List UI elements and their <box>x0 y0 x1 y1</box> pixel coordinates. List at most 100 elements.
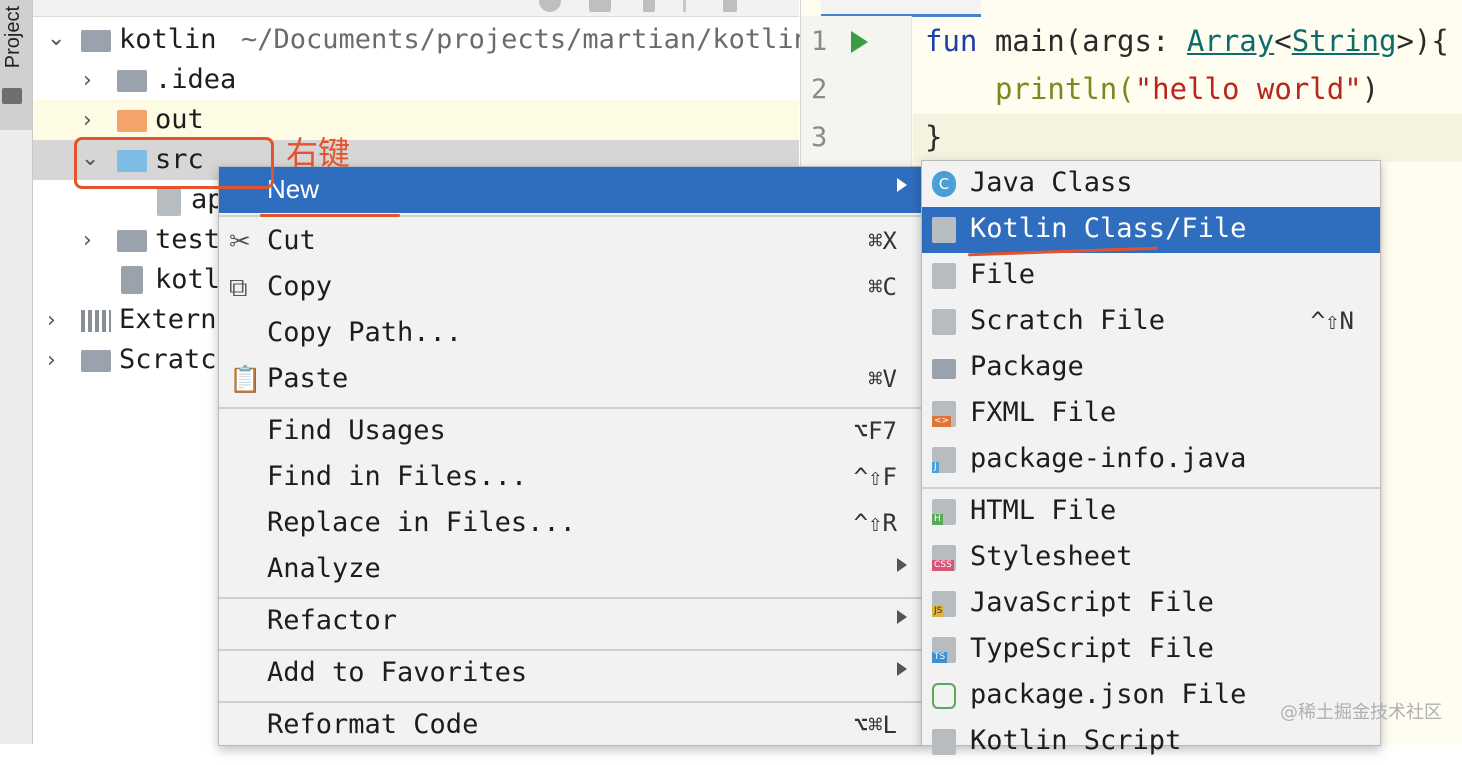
submenu-item-package[interactable]: Package <box>922 345 1380 391</box>
divider <box>683 0 686 12</box>
menu-shortcut: ^⇧N <box>1310 307 1354 335</box>
folder-icon <box>117 70 147 92</box>
tree-item-label: .idea <box>155 64 237 95</box>
folder-icon <box>2 88 22 104</box>
js-badge: JS <box>932 606 945 617</box>
nodejs-icon <box>932 683 956 709</box>
submenu-item-package-info[interactable]: J package-info.java <box>922 437 1380 483</box>
submenu-item-label: package-info.java <box>970 443 1247 474</box>
menu-item-label: New <box>267 174 320 204</box>
submenu-item-html-file[interactable]: H HTML File <box>922 489 1380 535</box>
tree-item-label: kotl <box>155 264 221 295</box>
submenu-item-typescript-file[interactable]: TS TypeScript File <box>922 627 1380 673</box>
chevron-right-icon[interactable]: › <box>47 308 56 333</box>
submenu-item-java-class[interactable]: C Java Class <box>922 161 1380 207</box>
generic-open: < <box>1274 24 1292 58</box>
editor-tab[interactable] <box>821 0 981 17</box>
menu-item-refactor[interactable]: Refactor <box>219 599 921 645</box>
menu-item-label: Find Usages <box>267 415 446 446</box>
clipboard-icon: 📋 <box>229 365 262 395</box>
line-number: 2 <box>811 74 828 105</box>
submenu-arrow-icon <box>897 558 907 572</box>
line-number: 1 <box>811 26 828 57</box>
menu-item-label: Reformat Code <box>267 709 479 740</box>
submenu-item-kotlin-script[interactable]: Kotlin Script <box>922 719 1380 765</box>
tree-row-idea[interactable]: › .idea <box>33 60 799 100</box>
menu-item-label: Replace in Files... <box>267 507 576 538</box>
submenu-item-label: Kotlin Class/File <box>970 213 1247 244</box>
project-tab-label: Project <box>2 6 24 69</box>
chevron-right-icon[interactable]: › <box>83 228 92 253</box>
chevron-down-icon[interactable]: ⌄ <box>47 26 65 51</box>
menu-item-paste[interactable]: 📋 Paste ⌘V <box>219 357 921 403</box>
context-menu: New ✂ Cut ⌘X ⧉ Copy ⌘C Copy Path... 📋 Pa… <box>218 166 922 746</box>
menu-item-label: Refactor <box>267 605 398 636</box>
copy-icon: ⧉ <box>229 273 248 303</box>
tree-root-label: kotlin <box>119 24 217 55</box>
html-file-icon: H <box>932 499 956 525</box>
submenu-item-fxml-file[interactable]: <> FXML File <box>922 391 1380 437</box>
tree-row-root[interactable]: ⌄ kotlin ~/Documents/projects/martian/ko… <box>33 20 810 60</box>
menu-item-replace-in-files[interactable]: Replace in Files... ^⇧R <box>219 501 921 547</box>
submenu-item-label: JavaScript File <box>970 587 1214 618</box>
type-name: Array <box>1186 24 1275 58</box>
run-icon[interactable] <box>851 31 868 53</box>
menu-item-copy[interactable]: ⧉ Copy ⌘C <box>219 265 921 311</box>
java-badge: J <box>932 462 939 473</box>
submenu-item-label: Package <box>970 351 1084 382</box>
line-number: 3 <box>811 122 828 153</box>
submenu-item-label: Stylesheet <box>970 541 1133 572</box>
gear-icon[interactable] <box>643 0 655 12</box>
submenu-item-label: FXML File <box>970 397 1117 428</box>
scratches-icon <box>81 350 111 372</box>
chevron-right-icon[interactable]: › <box>47 348 56 373</box>
menu-item-label: Cut <box>267 225 316 256</box>
menu-item-reformat-code[interactable]: Reformat Code ⌥⌘L <box>219 703 921 749</box>
string-literal: "hello world" <box>1134 72 1362 106</box>
annotation-label: 右键 <box>286 134 351 172</box>
menu-shortcut: ⌘V <box>868 365 897 393</box>
java-class-icon: C <box>932 171 956 197</box>
hide-icon[interactable] <box>723 0 737 12</box>
menu-item-cut[interactable]: ✂ Cut ⌘X <box>219 219 921 265</box>
menu-item-add-to-favorites[interactable]: Add to Favorites <box>219 651 921 697</box>
menu-item-label: Copy <box>267 271 333 302</box>
fxml-badge: <> <box>932 416 952 427</box>
submenu-item-javascript-file[interactable]: JS JavaScript File <box>922 581 1380 627</box>
menu-item-find-usages[interactable]: Find Usages ⌥F7 <box>219 409 921 455</box>
submenu-item-stylesheet[interactable]: CSS Stylesheet <box>922 535 1380 581</box>
chevron-right-icon[interactable]: › <box>83 68 92 93</box>
code-line-3: } <box>925 120 942 154</box>
submenu-item-scratch-file[interactable]: Scratch File ^⇧N <box>922 299 1380 345</box>
submenu-item-label: Java Class <box>970 167 1133 198</box>
menu-item-copy-path[interactable]: Copy Path... <box>219 311 921 357</box>
menu-item-find-in-files[interactable]: Find in Files... ^⇧F <box>219 455 921 501</box>
tree-row-out[interactable]: › out <box>33 100 799 140</box>
menu-shortcut: ⌘X <box>868 227 897 255</box>
scissors-icon: ✂ <box>229 227 251 257</box>
package-icon <box>932 359 956 379</box>
chevron-right-icon[interactable]: › <box>83 108 92 133</box>
tree-root-path: ~/Documents/projects/martian/kotlin <box>241 24 810 55</box>
submenu-item-label: HTML File <box>970 495 1117 526</box>
watermark: @稀土掘金技术社区 <box>1280 702 1442 723</box>
annotation-highlight-box <box>74 137 274 189</box>
locate-icon[interactable] <box>539 0 561 12</box>
kotlin-script-icon <box>932 729 956 755</box>
submenu-item-label: package.json File <box>970 679 1247 710</box>
submenu-arrow-icon <box>897 178 907 192</box>
submenu-item-label: TypeScript File <box>970 633 1214 664</box>
fxml-file-icon: <> <box>932 401 956 427</box>
project-tool-tab[interactable]: Project <box>0 0 32 130</box>
current-line-highlight <box>913 114 1462 162</box>
menu-item-analyze[interactable]: Analyze <box>219 547 921 593</box>
css-file-icon: CSS <box>932 545 956 571</box>
menu-shortcut: ⌥F7 <box>853 417 897 445</box>
submenu-item-file[interactable]: File <box>922 253 1380 299</box>
typescript-file-icon: TS <box>932 637 956 663</box>
html-badge: H <box>932 514 943 525</box>
library-icon <box>81 310 111 332</box>
signature-end: >){ <box>1396 24 1449 58</box>
menu-shortcut: ⌘C <box>868 273 897 301</box>
collapse-icon[interactable] <box>589 0 611 12</box>
